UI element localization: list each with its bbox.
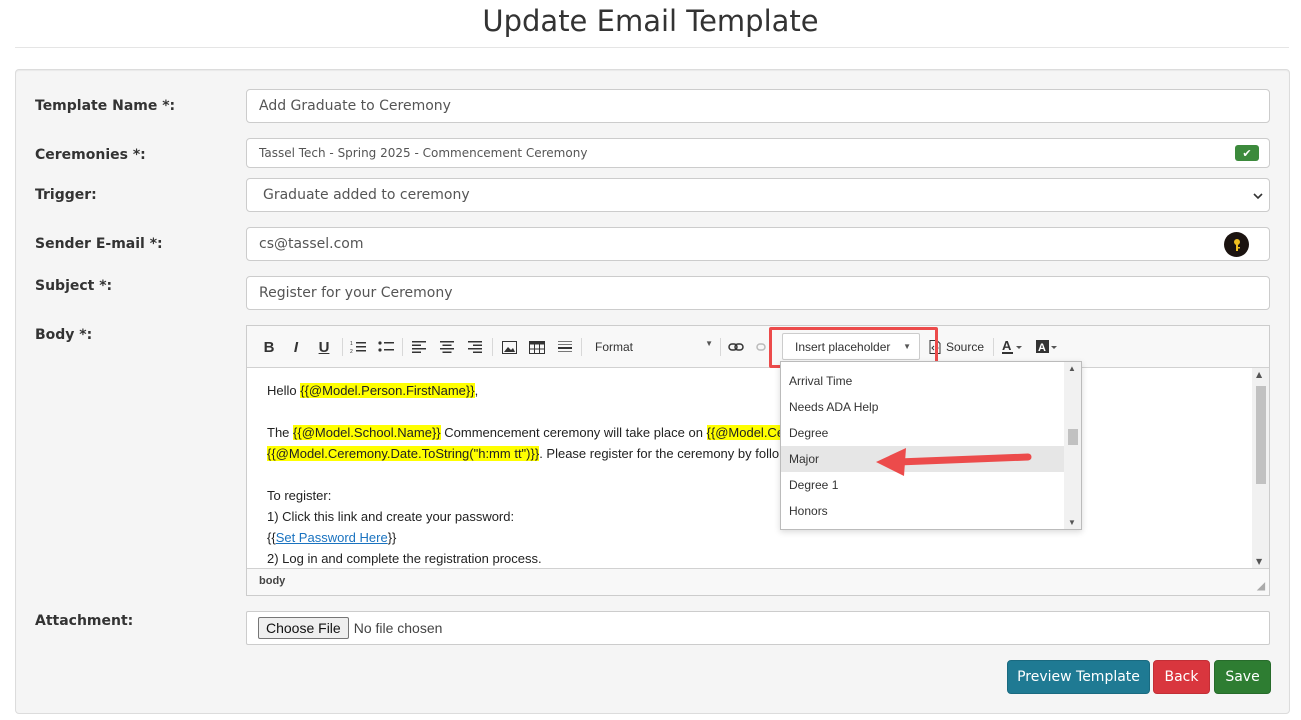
template-name-value: Add Graduate to Ceremony: [259, 98, 451, 114]
toolbar-divider: [402, 338, 403, 356]
resize-grip-icon[interactable]: ◢: [1257, 581, 1265, 592]
background-color-icon[interactable]: A: [1035, 337, 1059, 357]
dropdown-option[interactable]: Needs ADA Help: [781, 394, 1065, 420]
caret-down-icon: ▼: [705, 339, 713, 348]
align-right-icon[interactable]: [467, 337, 483, 357]
trigger-value: Graduate added to ceremony: [263, 187, 470, 203]
dropdown-option[interactable]: Arrival Time: [781, 368, 1065, 394]
placeholder-token: {{@Model.Ceremony.Date.ToString("h:mm tt…: [267, 446, 540, 461]
numbered-list-icon[interactable]: 12: [349, 337, 367, 357]
ceremonies-select[interactable]: Tassel Tech - Spring 2025 - Commencement…: [246, 138, 1270, 168]
preview-template-button[interactable]: Preview Template: [1007, 660, 1150, 694]
editor-status-bar: body ◢: [247, 568, 1269, 595]
sender-email-input[interactable]: cs@tassel.com: [246, 227, 1270, 261]
trigger-label: Trigger:: [35, 187, 97, 203]
content-line: 1) Click this link and create your passw…: [267, 509, 515, 524]
align-left-icon[interactable]: [411, 337, 427, 357]
editor-content[interactable]: Hello {{@Model.Person.FirstName}}, The {…: [247, 368, 1253, 568]
title-divider: [15, 47, 1289, 48]
choose-file-button[interactable]: Choose File: [258, 617, 349, 639]
sender-email-value: cs@tassel.com: [259, 236, 364, 252]
editor-toolbar: B I U 12 Format ▼ Insert placeholder ▼ S…: [247, 326, 1269, 368]
content-line: The {{@Model.School.Name}} Commencement …: [267, 425, 785, 440]
ceremonies-label: Ceremonies *:: [35, 147, 146, 163]
source-label: Source: [946, 340, 985, 354]
scrollbar-thumb[interactable]: [1256, 386, 1266, 484]
file-status: No file chosen: [353, 620, 443, 636]
link-icon[interactable]: [727, 337, 745, 357]
toolbar-divider: [720, 338, 721, 356]
scroll-up-icon[interactable]: ▲: [1068, 364, 1076, 373]
bold-button[interactable]: B: [261, 337, 277, 357]
scroll-down-icon[interactable]: ▼: [1068, 518, 1076, 527]
content-line: Hello {{@Model.Person.FirstName}},: [267, 383, 479, 398]
svg-text:2: 2: [350, 349, 353, 354]
dropdown-scrollbar[interactable]: ▲ ▼: [1064, 362, 1081, 529]
toolbar-divider: [492, 338, 493, 356]
placeholder-token: {{@Model.Person.FirstName}}: [300, 383, 475, 398]
save-button[interactable]: Save: [1214, 660, 1271, 694]
svg-text:A: A: [1002, 339, 1012, 353]
ceremonies-value: Tassel Tech - Spring 2025 - Commencement…: [259, 146, 588, 160]
editor-scrollbar[interactable]: ▲ ▼: [1252, 368, 1269, 568]
bullet-list-icon[interactable]: [377, 337, 395, 357]
italic-button[interactable]: I: [288, 337, 304, 357]
subject-label: Subject *:: [35, 278, 113, 294]
trigger-select[interactable]: Graduate added to ceremony: [246, 178, 1270, 212]
body-editor: B I U 12 Format ▼ Insert placeholder ▼ S…: [246, 325, 1270, 596]
toolbar-divider: [342, 338, 343, 356]
element-path[interactable]: body: [259, 575, 285, 587]
body-label: Body *:: [35, 327, 93, 343]
page-title: Update Email Template: [482, 4, 819, 38]
format-label: Format: [595, 340, 634, 354]
annotation-arrow-icon: [876, 448, 1032, 476]
scroll-up-icon[interactable]: ▲: [1256, 370, 1262, 379]
placeholder-token: {{@Model.Ce: [706, 425, 785, 440]
subject-input[interactable]: Register for your Ceremony: [246, 276, 1270, 310]
template-name-label: Template Name *:: [35, 98, 176, 114]
attachment-file-input[interactable]: Choose File No file chosen: [246, 611, 1270, 645]
template-name-input[interactable]: Add Graduate to Ceremony: [246, 89, 1270, 123]
source-button[interactable]: Source: [929, 337, 989, 357]
content-line: 2) Log in and complete the registration …: [267, 551, 542, 566]
svg-text:A: A: [1038, 342, 1046, 354]
check-icon: ✔: [1235, 145, 1259, 161]
format-dropdown[interactable]: Format ▼: [587, 336, 717, 358]
text-color-icon[interactable]: A: [1001, 337, 1025, 357]
svg-text:1: 1: [350, 341, 353, 347]
image-icon[interactable]: [500, 337, 518, 357]
scroll-down-icon[interactable]: ▼: [1256, 557, 1262, 566]
attachment-label: Attachment:: [35, 613, 134, 629]
content-line: To register:: [267, 488, 332, 503]
scrollbar-thumb[interactable]: [1068, 429, 1078, 445]
subject-value: Register for your Ceremony: [259, 285, 453, 301]
dropdown-option[interactable]: Honors: [781, 498, 1065, 524]
horizontal-line-icon[interactable]: [556, 337, 574, 357]
chevron-down-icon: [1253, 189, 1263, 203]
back-button[interactable]: Back: [1153, 660, 1210, 694]
content-line: {{Set Password Here}}: [267, 530, 397, 545]
placeholder-token: {{@Model.School.Name}}: [293, 425, 441, 440]
sender-email-label: Sender E-mail *:: [35, 236, 163, 252]
content-line: {{@Model.Ceremony.Date.ToString("h:mm tt…: [267, 446, 780, 461]
toolbar-divider: [581, 338, 582, 356]
toolbar-divider: [993, 338, 994, 356]
unlink-icon[interactable]: [755, 337, 769, 357]
align-center-icon[interactable]: [439, 337, 455, 357]
set-password-link[interactable]: Set Password Here: [276, 530, 388, 545]
table-icon[interactable]: [528, 337, 546, 357]
password-manager-key-icon[interactable]: [1224, 232, 1249, 257]
underline-button[interactable]: U: [316, 337, 332, 357]
